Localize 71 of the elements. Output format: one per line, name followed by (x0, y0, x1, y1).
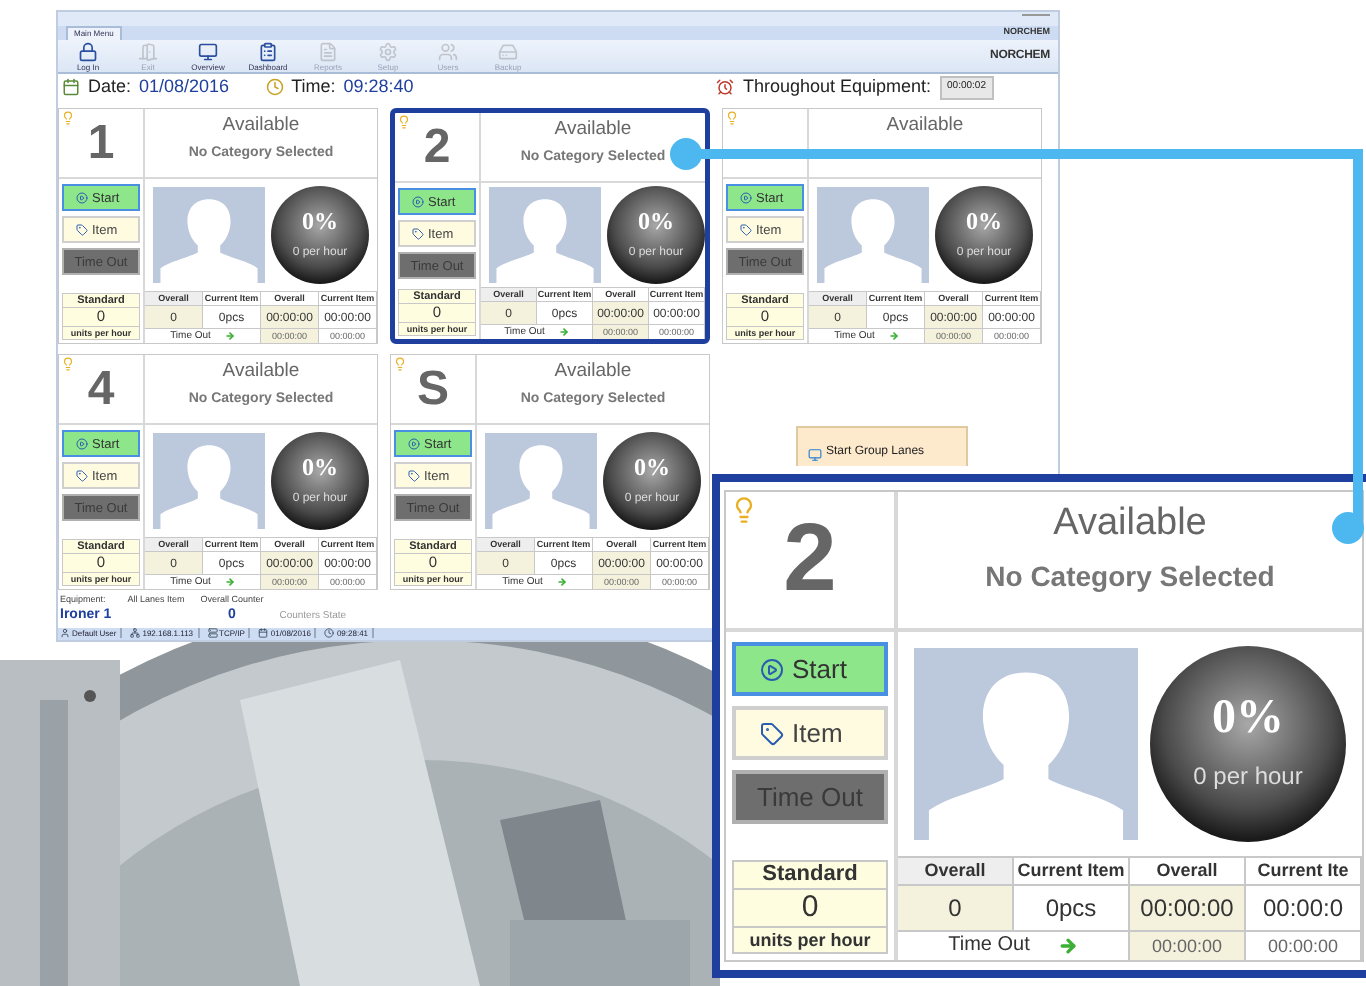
lane-number: 1 (87, 118, 115, 167)
drive-icon (498, 41, 518, 62)
gauge-percent: 0% (302, 209, 338, 234)
table-cell: 0pcs (1014, 886, 1130, 932)
calendar-icon (62, 78, 80, 97)
lane-status: Available (1053, 504, 1207, 542)
lane-status: Available (554, 360, 632, 380)
clock-icon (265, 78, 284, 97)
silhouette-icon (153, 186, 265, 283)
lane-status: Available (222, 114, 300, 134)
arrow-icon (888, 330, 899, 341)
item-button[interactable]: Item (732, 706, 888, 760)
gauge-percent: 0% (638, 209, 674, 234)
tag-icon (760, 721, 784, 745)
time-out-label: Time Out (948, 934, 1030, 958)
standard-value: 0 (734, 890, 886, 928)
column-header: Current Ite (1246, 858, 1362, 886)
silhouette-icon (817, 186, 929, 283)
gauge-percent: 0% (302, 455, 338, 480)
throughput-label: Throughout Equipment: (742, 74, 932, 101)
gear-icon (378, 41, 398, 62)
silhouette-icon (485, 432, 597, 529)
arrow-icon (558, 326, 569, 337)
start-button[interactable]: Start (732, 642, 888, 696)
alarm-clock-icon (716, 78, 735, 97)
gauge-percent: 0% (634, 455, 670, 480)
gauge-percent: 0% (966, 209, 1002, 234)
table-cell: 00:00:00 (1130, 932, 1246, 960)
date-label: Date: (88, 74, 132, 101)
column-header: Overall (898, 858, 1014, 886)
door-icon (138, 41, 158, 62)
table-cell: 00:00:00 (1130, 886, 1246, 932)
document-icon (318, 41, 338, 62)
monitor-icon (808, 447, 822, 462)
lane-number: S (417, 364, 449, 413)
calendar-icon (258, 628, 269, 639)
play-icon (760, 657, 784, 681)
gauge-rate: 0 per hour (1193, 760, 1303, 794)
user-icon (60, 628, 70, 639)
column-header: Current Item (1014, 858, 1130, 886)
clipboard-icon (258, 41, 278, 62)
silhouette-icon (153, 432, 265, 529)
gauge-percent: 0% (1212, 694, 1284, 742)
silhouette-icon (914, 648, 1138, 840)
standard-label: Standard (734, 862, 886, 890)
monitor-icon (198, 41, 218, 62)
arrow-icon (224, 330, 235, 341)
lane-status: Available (554, 118, 632, 138)
clock-icon (324, 628, 335, 639)
time-label: Time: (291, 74, 336, 101)
standard-unit: units per hour (747, 928, 873, 952)
time-value: 09:28:40 (343, 74, 414, 101)
users-icon (438, 41, 458, 62)
silhouette-icon (489, 186, 601, 283)
lightbulb-icon (730, 496, 758, 524)
arrow-icon (556, 576, 567, 587)
lane-status: Available (886, 114, 964, 134)
lane-number: 4 (87, 364, 115, 413)
arrow-icon (224, 576, 235, 587)
arrow-icon (1057, 936, 1078, 956)
table-cell: 0 (898, 886, 1014, 932)
lane-number: 2 (423, 122, 451, 171)
lane-category: No Category Selected (985, 562, 1275, 590)
date-value: 01/08/2016 (139, 74, 230, 101)
lane-status: Available (222, 360, 300, 380)
server-icon (207, 628, 218, 639)
lock-icon (78, 41, 98, 62)
column-header: Overall (1130, 858, 1246, 886)
lane-number: 2 (783, 512, 837, 608)
network-icon (130, 628, 141, 639)
table-cell: 00:00:0 (1246, 886, 1362, 932)
